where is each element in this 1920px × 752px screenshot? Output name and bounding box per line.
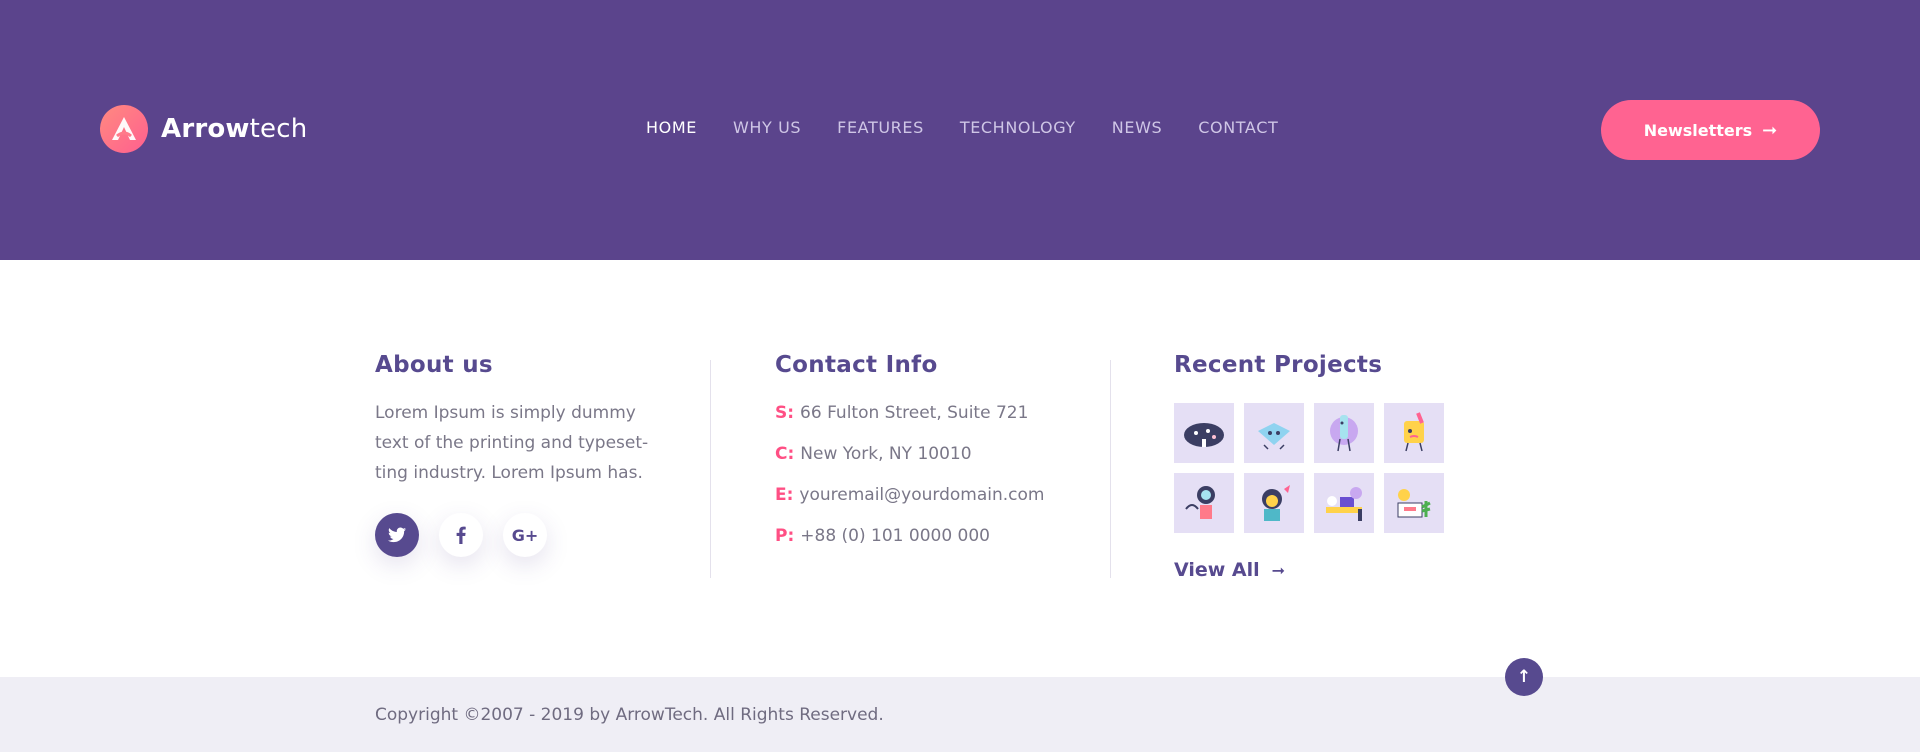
about-section: About us Lorem Ipsum is simply dummy tex…	[375, 352, 675, 557]
illustration-icon	[1330, 415, 1358, 452]
project-thumb-4[interactable]	[1384, 403, 1444, 463]
recent-projects-title: Recent Projects	[1174, 352, 1383, 378]
illustration-icon	[1184, 423, 1224, 447]
view-all-label: View All	[1174, 559, 1260, 581]
main-nav: HOME WHY US FEATURES TECHNOLOGY NEWS CON…	[646, 118, 1314, 137]
nav-item-home[interactable]: HOME	[646, 118, 697, 137]
view-all-link[interactable]: View All ➞	[1174, 559, 1285, 581]
contact-title: Contact Info	[775, 352, 938, 378]
contact-key: C:	[775, 444, 795, 464]
illustration-icon	[1397, 489, 1431, 518]
contact-key: P:	[775, 526, 795, 546]
contact-value: 66 Fulton Street, Suite 721	[800, 403, 1029, 423]
brand-name-light: tech	[249, 114, 308, 144]
contact-value[interactable]: youremail@yourdomain.com	[799, 485, 1044, 505]
arrow-right-icon: ➞	[1271, 560, 1286, 580]
contact-street: S: 66 Fulton Street, Suite 721	[775, 398, 1095, 439]
newsletters-button-label: Newsletters	[1643, 120, 1753, 140]
illustration-icon	[1185, 486, 1215, 519]
arrow-right-icon: ➞	[1762, 119, 1778, 141]
google-plus-button[interactable]: G+	[503, 513, 547, 557]
contact-city: C: New York, NY 10010	[775, 439, 1095, 480]
project-thumb-1[interactable]	[1174, 403, 1234, 463]
project-thumb-8[interactable]	[1384, 473, 1444, 533]
copyright-bar	[0, 677, 1920, 752]
facebook-button[interactable]	[439, 513, 483, 557]
arrow-logo-icon	[100, 105, 148, 153]
contact-key: E:	[775, 485, 794, 505]
contact-key: S:	[775, 403, 795, 423]
twitter-icon	[388, 527, 406, 543]
social-links: G+	[375, 513, 675, 557]
nav-item-why-us[interactable]: WHY US	[733, 118, 801, 137]
nav-item-contact[interactable]: CONTACT	[1198, 118, 1278, 137]
back-to-top-button[interactable]: ↑	[1505, 658, 1543, 696]
copyright-text: Copyright ©2007 - 2019 by ArrowTech. All…	[375, 705, 884, 725]
contact-value: New York, NY 10010	[800, 444, 972, 464]
twitter-button[interactable]	[375, 513, 419, 557]
contact-list: S: 66 Fulton Street, Suite 721 C: New York…	[775, 398, 1095, 562]
column-divider	[1110, 360, 1111, 578]
project-thumb-7[interactable]	[1314, 473, 1374, 533]
recent-projects-section: Recent Projects View All ➞	[1174, 352, 1494, 581]
illustration-icon	[1404, 412, 1424, 452]
site-header: Arrowtech HOME WHY US FEATURES TECHNOLOG…	[0, 0, 1920, 260]
facebook-icon	[456, 526, 466, 544]
contact-email: E: youremail@yourdomain.com	[775, 480, 1095, 521]
illustration-icon	[1326, 487, 1362, 521]
nav-item-technology[interactable]: TECHNOLOGY	[960, 118, 1076, 137]
arrow-up-icon: ↑	[1516, 667, 1532, 687]
project-thumb-2[interactable]	[1244, 403, 1304, 463]
brand-name-bold: Arrow	[161, 114, 250, 144]
about-text: Lorem Ipsum is simply dummy text of the …	[375, 403, 649, 483]
contact-phone: P: +88 (0) 101 0000 000	[775, 521, 1095, 562]
google-plus-icon: G+	[511, 525, 539, 545]
project-thumbnails	[1174, 403, 1494, 533]
newsletters-button[interactable]: Newsletters ➞	[1601, 100, 1820, 160]
nav-item-features[interactable]: FEATURES	[837, 118, 924, 137]
contact-value[interactable]: +88 (0) 101 0000 000	[800, 526, 990, 546]
illustration-icon	[1262, 485, 1290, 521]
project-thumb-6[interactable]	[1244, 473, 1304, 533]
nav-item-news[interactable]: NEWS	[1112, 118, 1162, 137]
project-thumb-5[interactable]	[1174, 473, 1234, 533]
about-title: About us	[375, 352, 493, 378]
brand-logo[interactable]: Arrowtech	[100, 105, 307, 153]
illustration-icon	[1258, 423, 1290, 450]
project-thumb-3[interactable]	[1314, 403, 1374, 463]
contact-section: Contact Info S: 66 Fulton Street, Suite 7…	[775, 352, 1095, 562]
column-divider	[710, 360, 711, 578]
brand-name: Arrowtech	[161, 114, 307, 144]
